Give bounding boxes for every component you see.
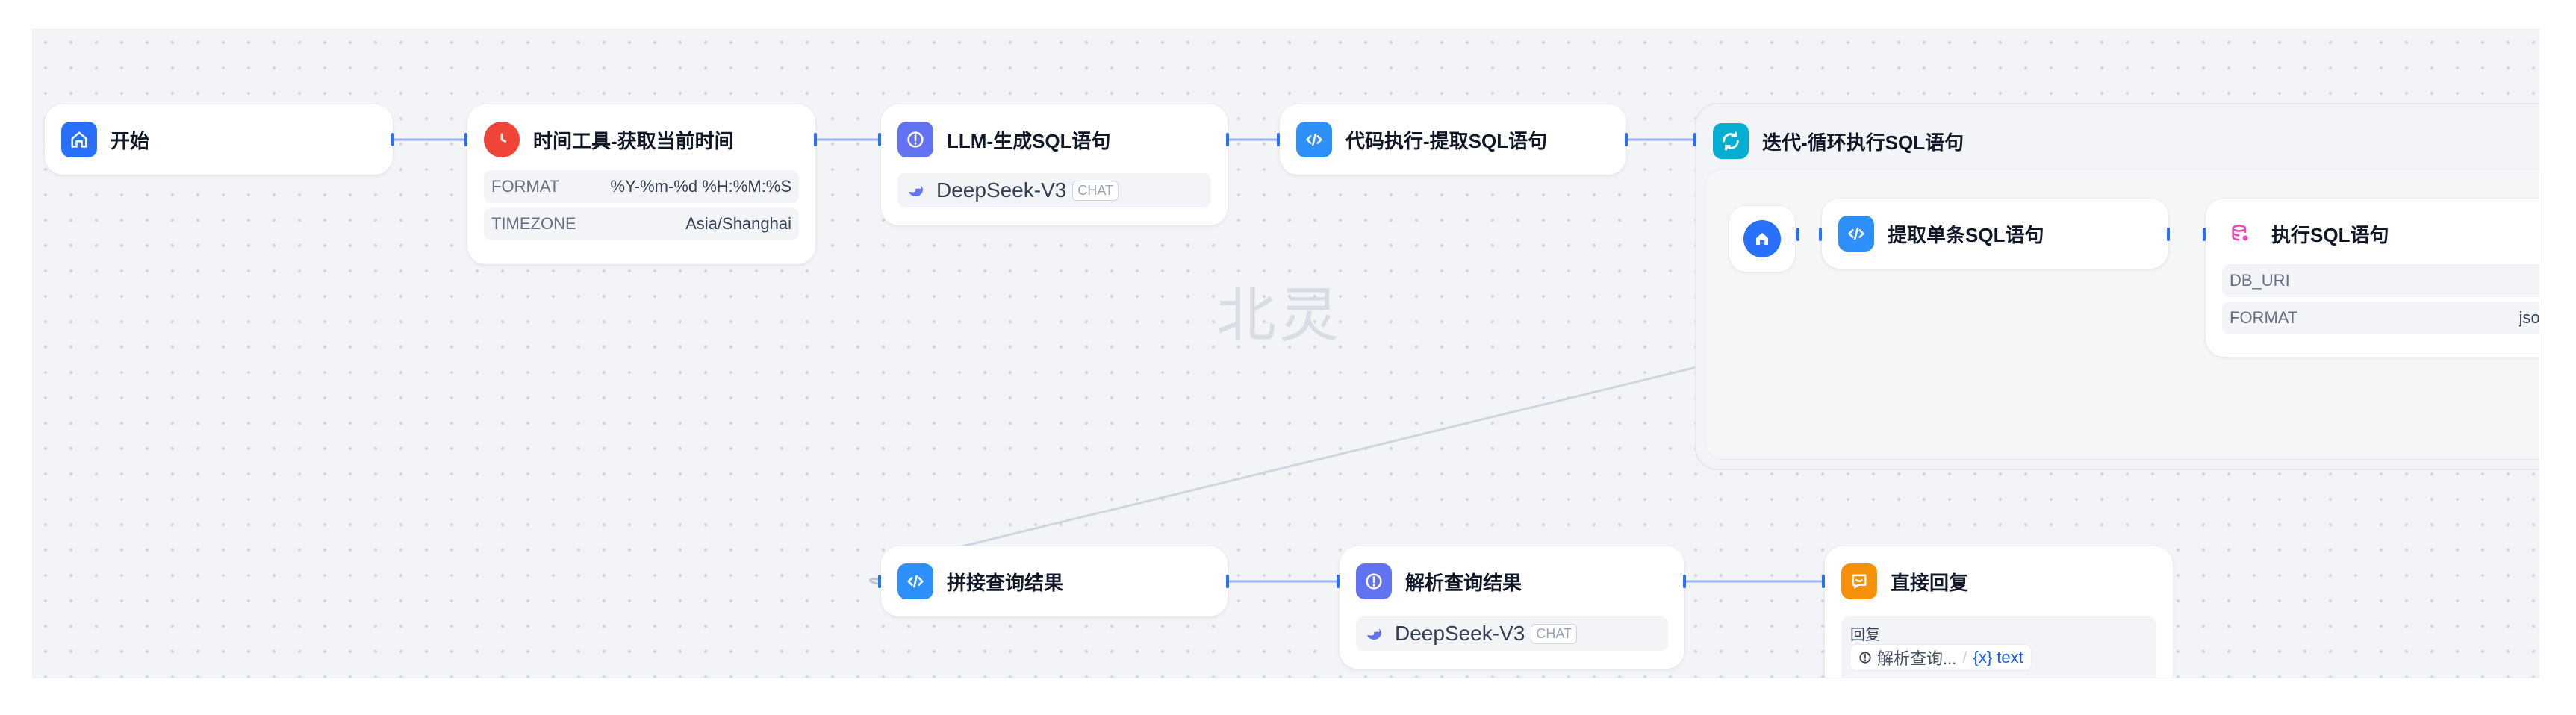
node-title: 时间工具-获取当前时间 bbox=[533, 129, 734, 152]
node-title: LLM-生成SQL语句 bbox=[947, 129, 1111, 152]
chat-badge: CHAT bbox=[1072, 180, 1119, 201]
reply-label: 回复 bbox=[1850, 627, 1880, 643]
database-icon bbox=[2222, 216, 2258, 252]
ref-separator: / bbox=[1962, 648, 1967, 666]
node-time-tool[interactable]: 时间工具-获取当前时间 FORMAT %Y-%m-%d %H:%M:%S TIM… bbox=[467, 104, 815, 264]
deepseek-icon bbox=[1367, 628, 1381, 640]
watermark: 北灵 bbox=[1216, 281, 1342, 350]
model-name: DeepSeek-V3 bbox=[936, 178, 1067, 202]
param-value: %Y-%m-%d %H:%M:%S bbox=[610, 177, 791, 196]
extract-output-handle[interactable] bbox=[2167, 228, 2170, 241]
iteration-input-handle[interactable] bbox=[1693, 133, 1696, 146]
time-tool-input-handle[interactable] bbox=[464, 133, 467, 146]
node-parse-results[interactable]: 解析查询结果 DeepSeek-V3 CHAT bbox=[1340, 546, 1684, 669]
node-title: 开始 bbox=[111, 129, 150, 152]
clock-icon bbox=[484, 122, 520, 157]
llm-icon bbox=[1356, 563, 1392, 599]
parse-output-handle[interactable] bbox=[1683, 575, 1686, 588]
llm-input-handle[interactable] bbox=[878, 133, 881, 146]
node-title: 直接回复 bbox=[1891, 571, 1969, 594]
param-key: DB_URI bbox=[2230, 271, 2290, 290]
node-title: 代码执行-提取SQL语句 bbox=[1345, 129, 1548, 152]
ref-variable: {x} text bbox=[1973, 648, 2023, 666]
reply-icon bbox=[1841, 563, 1877, 599]
home-icon bbox=[1756, 233, 1768, 245]
model-selector[interactable]: DeepSeek-V3 CHAT bbox=[1356, 616, 1668, 651]
loop-icon bbox=[1713, 123, 1749, 159]
node-title: 迭代-循环执行SQL语句 bbox=[1762, 131, 1964, 154]
node-llm-generate[interactable]: LLM-生成SQL语句 DeepSeek-V3 CHAT bbox=[881, 104, 1228, 225]
deepseek-icon bbox=[909, 185, 923, 197]
model-name: DeepSeek-V3 bbox=[1395, 622, 1525, 645]
code-output-handle[interactable] bbox=[1625, 133, 1628, 146]
node-concat-results[interactable]: 拼接查询结果 bbox=[881, 546, 1228, 616]
node-exec-sql[interactable]: 执行SQL语句 DB_URI FORMAT json bbox=[2206, 199, 2539, 357]
param-row: FORMAT json bbox=[2222, 302, 2539, 334]
param-row: FORMAT %Y-%m-%d %H:%M:%S bbox=[484, 170, 799, 203]
node-code-extract[interactable]: 代码执行-提取SQL语句 bbox=[1280, 104, 1626, 175]
extract-input-handle[interactable] bbox=[1819, 228, 1822, 241]
concat-input-handle[interactable] bbox=[878, 575, 881, 588]
parse-input-handle[interactable] bbox=[1337, 575, 1340, 588]
iteration-header[interactable]: 迭代-循环执行SQL语句 bbox=[1713, 122, 1964, 160]
home-icon bbox=[61, 122, 97, 157]
param-value: json bbox=[2519, 308, 2539, 327]
time-tool-output-handle[interactable] bbox=[814, 133, 817, 146]
edge-concat-loop bbox=[869, 578, 879, 585]
chat-badge: CHAT bbox=[1531, 623, 1578, 644]
reply-input-handle[interactable] bbox=[1822, 575, 1825, 588]
param-key: FORMAT bbox=[2230, 308, 2298, 327]
concat-output-handle[interactable] bbox=[1226, 575, 1229, 588]
edge-iter-concat[interactable] bbox=[949, 366, 1697, 551]
param-value: Asia/Shanghai bbox=[685, 214, 791, 233]
workflow-canvas[interactable]: 北灵 迭代-循环执行SQL语句 开始 时间工具-获取当前时间 FORMAT %Y… bbox=[33, 30, 2539, 678]
node-title: 执行SQL语句 bbox=[2271, 223, 2389, 246]
node-direct-reply[interactable]: 直接回复 回复 解析查询... / {x} text bbox=[1825, 546, 2173, 678]
node-extract-single-sql[interactable]: 提取单条SQL语句 bbox=[1822, 199, 2168, 269]
node-title: 提取单条SQL语句 bbox=[1888, 223, 2044, 246]
node-start[interactable]: 开始 bbox=[45, 104, 393, 175]
code-icon bbox=[1838, 216, 1874, 252]
exec-input-handle[interactable] bbox=[2203, 228, 2206, 241]
ref-node-name: 解析查询... bbox=[1877, 649, 1957, 668]
model-selector[interactable]: DeepSeek-V3 CHAT bbox=[897, 173, 1211, 207]
code-icon bbox=[1296, 122, 1332, 157]
variable-reference[interactable]: 解析查询... / {x} text bbox=[1850, 645, 2031, 670]
param-row: TIMEZONE Asia/Shanghai bbox=[484, 207, 799, 240]
reply-content[interactable]: 回复 解析查询... / {x} text bbox=[1841, 616, 2156, 678]
iteration-start-node[interactable] bbox=[1729, 206, 1795, 272]
node-title: 解析查询结果 bbox=[1405, 571, 1522, 594]
code-icon bbox=[897, 563, 933, 599]
node-title: 拼接查询结果 bbox=[947, 571, 1064, 594]
param-key: TIMEZONE bbox=[491, 214, 576, 233]
llm-output-handle[interactable] bbox=[1226, 133, 1229, 146]
param-key: FORMAT bbox=[491, 177, 560, 196]
param-row: DB_URI bbox=[2222, 264, 2539, 297]
llm-icon bbox=[897, 122, 933, 157]
iteration-start-handle[interactable] bbox=[1796, 228, 1799, 241]
llm-icon bbox=[1859, 652, 1871, 664]
start-output-handle[interactable] bbox=[391, 133, 394, 146]
code-input-handle[interactable] bbox=[1277, 133, 1280, 146]
